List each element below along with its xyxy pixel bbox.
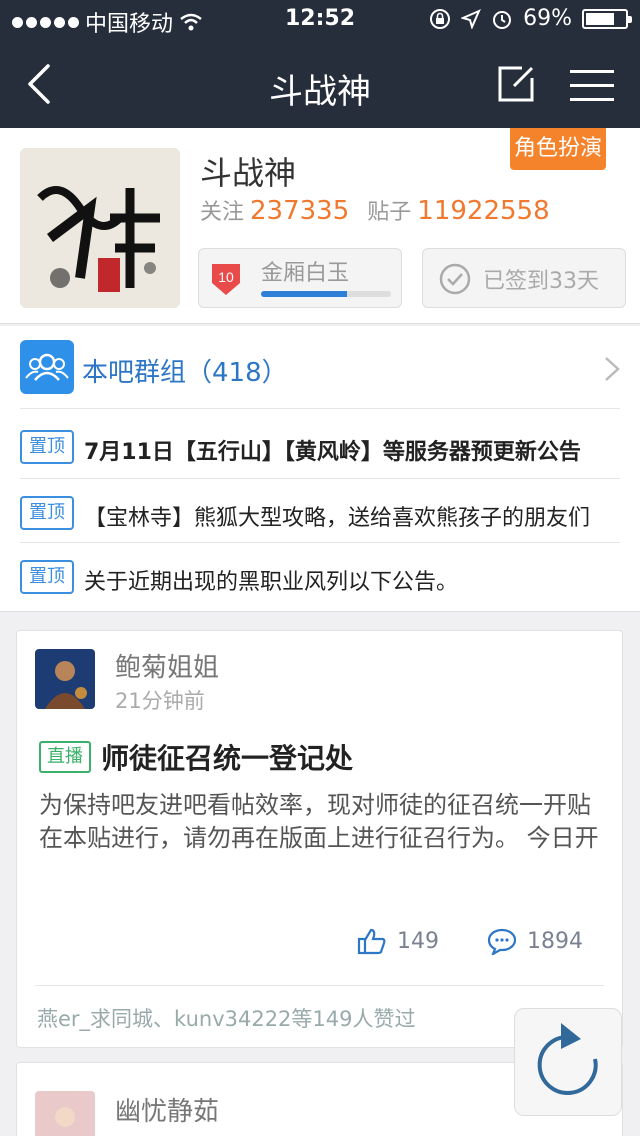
forum-group-row[interactable]: 本吧群组（418） [0,326,640,408]
pinned-post-title: 【宝林寺】熊狐大型攻略，送给喜欢熊孩子的朋友们 [84,506,591,531]
pinned-tag: 置顶 [20,496,74,530]
forum-name: 斗战神 [200,154,297,192]
forum-logo [20,148,180,308]
post-card[interactable]: 鲍菊姐姐 21分钟前 直播 师徒征召统一登记处 为保持吧友进吧看帖效率，现对师徒… [16,630,623,1048]
post-body: 为保持吧友进吧看帖效率，现对师徒的征召统一开贴在本贴进行，请勿再在版面上进行征召… [39,791,599,852]
sign-in-button[interactable]: 已签到33天 [422,248,626,308]
post-time: 21分钟前 [115,689,205,713]
level-progress-bar [261,291,391,297]
pinned-post-title: 关于近期出现的黑职业风列以下公告。 [84,570,459,595]
nav-bar: 斗战神 [0,40,640,128]
chevron-right-icon [605,357,620,381]
battery-icon [582,8,632,29]
avatar[interactable] [35,649,95,709]
posts-label: 贴子 [367,200,412,225]
like-count: 149 [397,928,439,954]
post-author[interactable]: 幽忧静茹 [115,1091,219,1128]
rotation-lock-icon [430,8,451,29]
page-title: 斗战神 [269,72,371,112]
thumbs-up-icon [357,928,386,955]
menu-icon[interactable] [568,66,616,104]
status-right: 69% [429,6,632,31]
status-bar: 中国移动 12:52 69% [0,0,640,40]
post-title: 师徒征召统一登记处 [101,742,354,775]
category-badge: 角色扮演 [510,128,606,170]
check-circle-icon [439,263,471,295]
comment-icon [487,928,517,955]
like-button[interactable]: 149 [357,927,439,955]
refresh-button[interactable] [514,1008,622,1116]
posts-count: 11922558 [417,196,550,226]
follow-count: 237335 [250,196,350,226]
forum-info: 本吧群组（418） 置顶 7月11日【五行山】【黄风岭】等服务器预更新公告 置顶… [0,326,640,612]
refresh-icon [537,1023,598,1095]
level-number: 10 [218,269,234,285]
alarm-icon [493,10,512,29]
pinned-post[interactable]: 置顶 7月11日【五行山】【黄风岭】等服务器预更新公告 [0,412,640,476]
pinned-tag: 置顶 [20,560,74,594]
sign-in-label: 已签到33天 [483,269,599,294]
forum-header: 斗战神 角色扮演 关注 237335 贴子 11922558 10 金厢白玉 已签到3… [0,128,640,324]
group-icon [20,340,74,394]
divider [35,985,604,986]
pinned-post[interactable]: 置顶 【宝林寺】熊狐大型攻略，送给喜欢熊孩子的朋友们 [0,478,640,542]
pinned-tag: 置顶 [20,430,74,464]
group-label: 本吧群组（418） [82,358,288,388]
pinned-post-title: 7月11日【五行山】【黄风岭】等服务器预更新公告 [84,440,581,465]
live-tag: 直播 [39,741,91,773]
level-title: 金厢白玉 [261,261,350,286]
liked-by-text: 燕er_求同城、kunv34222等149人赞过 [37,1007,416,1031]
comment-button[interactable]: 1894 [487,927,583,955]
location-icon [461,8,482,29]
level-badge-icon: 10 [212,264,240,295]
member-level-button[interactable]: 10 金厢白玉 [198,248,402,308]
compose-icon[interactable] [494,62,538,106]
forum-stats: 关注 237335 贴子 11922558 [200,194,568,226]
pinned-post[interactable]: 置顶 关于近期出现的黑职业风列以下公告。 [0,542,640,606]
post-author[interactable]: 鲍菊姐姐 [115,647,219,684]
avatar[interactable] [35,1091,95,1136]
battery-percent: 69% [523,6,572,31]
follow-label: 关注 [200,200,245,225]
comment-count: 1894 [527,928,583,954]
